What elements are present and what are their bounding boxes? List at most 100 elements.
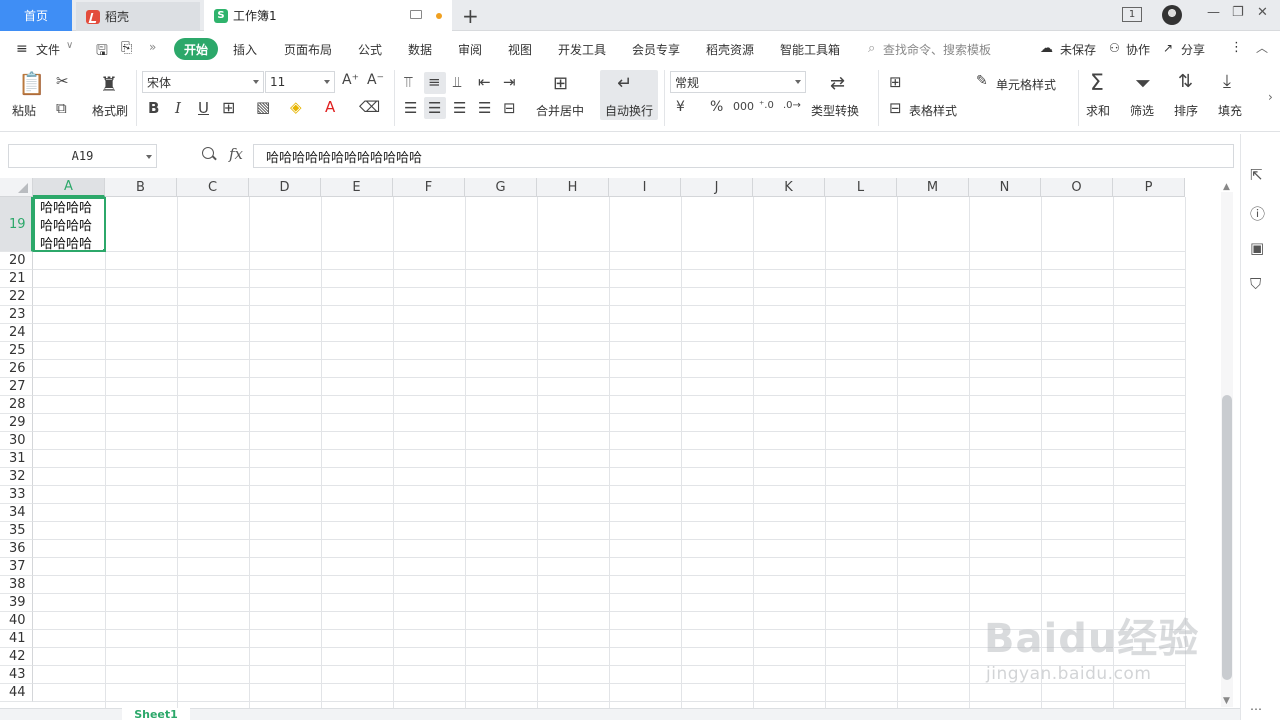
type-convert-button[interactable]: 类型转换: [811, 102, 859, 119]
column-header-A[interactable]: A: [33, 178, 105, 197]
unsaved-button[interactable]: 未保存: [1060, 41, 1096, 58]
filter-icon[interactable]: ⏷: [1135, 71, 1151, 95]
increase-indent-icon[interactable]: ⇥: [503, 73, 516, 91]
align-top-icon[interactable]: ⫪: [404, 73, 412, 91]
formula-input[interactable]: 哈哈哈哈哈哈哈哈哈哈哈哈: [253, 144, 1234, 168]
decrease-font-icon[interactable]: A⁻: [367, 72, 384, 88]
select-pointer-icon[interactable]: ⇱: [1250, 166, 1263, 184]
cell-style-icon[interactable]: ✎: [976, 73, 988, 89]
tab-home[interactable]: 首页: [0, 0, 72, 31]
fill-color-icon[interactable]: ◈: [290, 98, 302, 116]
row-header-22[interactable]: 22: [0, 288, 33, 306]
column-header-M[interactable]: M: [897, 178, 969, 197]
number-format-select[interactable]: 常规: [670, 71, 806, 93]
cell-style-button[interactable]: 单元格样式: [996, 76, 1056, 93]
row-header-31[interactable]: 31: [0, 450, 33, 468]
font-size-select[interactable]: 11: [265, 71, 335, 93]
sum-icon[interactable]: Σ: [1090, 71, 1104, 96]
eraser-icon[interactable]: ⌫: [359, 98, 380, 116]
column-header-E[interactable]: E: [321, 178, 393, 197]
menu-tab-4[interactable]: 审阅: [458, 41, 482, 58]
row-header-23[interactable]: 23: [0, 306, 33, 324]
analysis-icon[interactable]: ▣: [1250, 239, 1264, 257]
menu-tab-6[interactable]: 开发工具: [558, 41, 606, 58]
row-header-44[interactable]: 44: [0, 684, 33, 702]
more-arrows-icon[interactable]: »: [149, 40, 156, 54]
row-header-33[interactable]: 33: [0, 486, 33, 504]
align-left-icon[interactable]: ☰: [404, 99, 417, 117]
restore-icon[interactable]: ❐: [1232, 5, 1244, 20]
column-header-H[interactable]: H: [537, 178, 609, 197]
sum-button[interactable]: 求和: [1086, 102, 1110, 119]
menu-tab-1[interactable]: 页面布局: [284, 41, 332, 58]
select-all-corner[interactable]: [0, 178, 33, 197]
menu-tab-8[interactable]: 稻壳资源: [706, 41, 754, 58]
font-name-select[interactable]: 宋体: [142, 71, 264, 93]
merge-center-icon[interactable]: ⊞: [553, 73, 568, 94]
vertical-scroll-thumb[interactable]: [1222, 395, 1232, 680]
minimize-icon[interactable]: —: [1207, 5, 1220, 20]
window-count-badge[interactable]: 1: [1122, 7, 1142, 22]
scroll-down-icon[interactable]: ▼: [1223, 696, 1230, 706]
column-header-O[interactable]: O: [1041, 178, 1113, 197]
cell-shading-icon[interactable]: ▧: [256, 98, 270, 116]
row-header-21[interactable]: 21: [0, 270, 33, 288]
shield-icon[interactable]: ⛉: [1250, 275, 1261, 293]
row-header-20[interactable]: 20: [0, 252, 33, 270]
row-header-29[interactable]: 29: [0, 414, 33, 432]
row-header-34[interactable]: 34: [0, 504, 33, 522]
bold-icon[interactable]: B: [148, 99, 159, 117]
zoom-icon[interactable]: [202, 147, 214, 159]
column-header-P[interactable]: P: [1113, 178, 1185, 197]
distributed-icon[interactable]: ⊟: [503, 99, 516, 117]
fx-icon[interactable]: fx: [229, 145, 243, 163]
menu-file[interactable]: 文件: [36, 41, 60, 58]
justify-icon[interactable]: ☰: [478, 99, 491, 117]
column-header-G[interactable]: G: [465, 178, 537, 197]
thousands-icon[interactable]: 000: [733, 100, 754, 113]
decrease-indent-icon[interactable]: ⇤: [478, 73, 491, 91]
row-header-43[interactable]: 43: [0, 666, 33, 684]
column-header-N[interactable]: N: [969, 178, 1041, 197]
avatar[interactable]: [1162, 5, 1182, 25]
row-header-40[interactable]: 40: [0, 612, 33, 630]
column-header-L[interactable]: L: [825, 178, 897, 197]
copy-icon[interactable]: ⧉: [56, 99, 67, 117]
row-header-37[interactable]: 37: [0, 558, 33, 576]
hamburger-icon[interactable]: ≡: [16, 41, 28, 57]
chevron-down-icon[interactable]: ∨: [66, 40, 73, 51]
column-header-I[interactable]: I: [609, 178, 681, 197]
tab-daoke[interactable]: 稻壳: [76, 2, 200, 31]
align-middle-icon[interactable]: ≡: [428, 73, 441, 91]
merge-center-button[interactable]: 合并居中: [536, 102, 584, 119]
table-style-icon[interactable]: ⊟: [889, 99, 902, 117]
align-bottom-icon[interactable]: ⫫: [453, 73, 461, 91]
menu-tab-2[interactable]: 公式: [358, 41, 382, 58]
column-header-B[interactable]: B: [105, 178, 177, 197]
cut-icon[interactable]: ✂: [56, 72, 69, 90]
row-header-32[interactable]: 32: [0, 468, 33, 486]
menu-tab-5[interactable]: 视图: [508, 41, 532, 58]
row-header-28[interactable]: 28: [0, 396, 33, 414]
type-convert-icon[interactable]: ⇄: [830, 73, 845, 94]
collab-button[interactable]: 协作: [1126, 41, 1150, 58]
new-tab-plus-icon[interactable]: +: [462, 4, 479, 28]
decrease-decimal-icon[interactable]: .0→: [783, 100, 801, 111]
percent-icon[interactable]: %: [710, 99, 723, 115]
row-header-19[interactable]: 19: [0, 197, 33, 252]
font-color-icon[interactable]: A: [325, 98, 335, 116]
format-painter-button[interactable]: 格式刷: [92, 102, 128, 119]
format-painter-icon[interactable]: ♜: [100, 72, 118, 96]
underline-icon[interactable]: U: [198, 99, 209, 117]
row-header-26[interactable]: 26: [0, 360, 33, 378]
more-options-icon[interactable]: ⋯: [1250, 702, 1262, 716]
export-icon[interactable]: ⎘: [121, 40, 132, 56]
table-style-button[interactable]: 表格样式: [909, 102, 957, 119]
align-right-icon[interactable]: ☰: [453, 99, 466, 117]
fill-button[interactable]: 填充: [1218, 102, 1242, 119]
wrap-text-icon[interactable]: ↵: [617, 73, 632, 94]
monitor-icon[interactable]: [410, 10, 422, 19]
italic-icon[interactable]: I: [175, 99, 181, 117]
increase-font-icon[interactable]: A⁺: [342, 72, 359, 88]
increase-decimal-icon[interactable]: ⁺.0: [759, 100, 774, 111]
